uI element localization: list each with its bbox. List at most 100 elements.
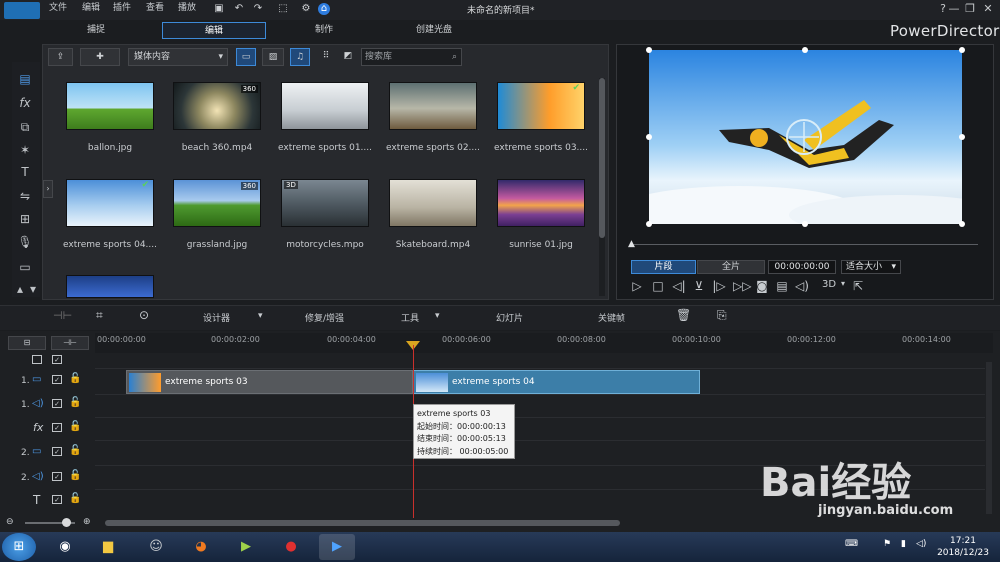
- thumb-extreme-01[interactable]: [281, 82, 369, 130]
- timeline-vertical-scrollbar[interactable]: [986, 362, 992, 514]
- minimize-button[interactable]: —: [946, 2, 962, 15]
- crop-icon[interactable]: ⌗: [96, 308, 103, 323]
- preview-seek-bar[interactable]: [633, 244, 978, 245]
- settings-icon[interactable]: ⚙: [300, 3, 312, 15]
- tab-capture[interactable]: 捕捉: [56, 22, 136, 39]
- lock-icon[interactable]: 🔓: [69, 493, 81, 504]
- resize-handle[interactable]: [646, 134, 652, 140]
- thumb-partial[interactable]: [66, 275, 154, 298]
- aspect-ratio-icon[interactable]: ⬚: [273, 3, 293, 15]
- taskbar-app-360-icon[interactable]: ◉: [47, 534, 83, 560]
- fx-room-icon[interactable]: fx: [14, 94, 36, 112]
- thumb-extreme-02[interactable]: [389, 82, 477, 130]
- volume-icon[interactable]: ◁): [795, 279, 809, 293]
- tray-security-icon[interactable]: ⚑: [883, 539, 891, 549]
- restore-button[interactable]: ❐: [962, 2, 978, 15]
- media-filter-dropdown[interactable]: 媒体内容 ▾: [128, 48, 228, 66]
- filter-audio-icon[interactable]: ♫: [290, 48, 310, 66]
- timeline-mode-icon[interactable]: ⊣⊢: [53, 309, 72, 322]
- audio-mixing-icon[interactable]: ⊞: [14, 210, 36, 228]
- taskbar-recorder-icon[interactable]: ●: [273, 534, 309, 560]
- undo-icon[interactable]: ↶: [233, 3, 245, 15]
- all-tracks-checkbox[interactable]: ✓: [52, 355, 62, 364]
- tab-edit[interactable]: 编辑: [162, 22, 266, 39]
- lock-icon[interactable]: 🔓: [69, 397, 81, 408]
- track-enable-checkbox[interactable]: ✓: [52, 472, 62, 481]
- subtitle-icon[interactable]: ▤: [775, 279, 789, 293]
- thumb-extreme-04[interactable]: ✔: [66, 179, 154, 227]
- resize-handle[interactable]: [802, 221, 808, 227]
- expand-panel-icon[interactable]: ›: [43, 180, 53, 198]
- delete-icon[interactable]: 🗑: [676, 308, 691, 322]
- pip-room-icon[interactable]: ⧉: [14, 118, 36, 136]
- redo-icon[interactable]: ↷: [252, 3, 264, 15]
- transition-room-icon[interactable]: ⇋: [14, 187, 36, 205]
- voice-over-icon[interactable]: 🎙: [14, 233, 36, 251]
- stop-icon[interactable]: □: [651, 279, 665, 293]
- track-enable-checkbox[interactable]: ✓: [52, 447, 62, 456]
- chevron-down-icon[interactable]: ▾: [435, 311, 440, 321]
- media-room-icon[interactable]: ▤: [14, 70, 36, 88]
- thumb-motorcycles[interactable]: 3D: [281, 179, 369, 227]
- scroll-up-icon[interactable]: ▴: [14, 280, 26, 298]
- track-enable-checkbox[interactable]: ✓: [52, 495, 62, 504]
- tray-network-icon[interactable]: ▮: [901, 539, 906, 549]
- tools-button[interactable]: 工具: [401, 311, 419, 324]
- menu-view[interactable]: 查看: [146, 0, 164, 13]
- undock-icon[interactable]: ⇱: [851, 279, 865, 293]
- thumb-extreme-03[interactable]: ✔: [497, 82, 585, 130]
- scroll-thumb[interactable]: [599, 78, 605, 238]
- snapshot-icon[interactable]: ◙: [755, 279, 769, 293]
- tab-produce[interactable]: 制作: [286, 22, 362, 39]
- subtitle-room-icon[interactable]: ▭: [14, 258, 36, 276]
- thumb-sunrise[interactable]: [497, 179, 585, 227]
- taskbar-firefox-icon[interactable]: ◕: [183, 534, 219, 560]
- track-enable-checkbox[interactable]: ✓: [52, 375, 62, 384]
- track-enable-checkbox[interactable]: ✓: [52, 399, 62, 408]
- title-room-icon[interactable]: T: [14, 163, 36, 181]
- thumbnail-size-icon[interactable]: ◩: [340, 48, 356, 66]
- thumb-ballon[interactable]: [66, 82, 154, 130]
- menu-edit[interactable]: 编辑: [82, 0, 100, 13]
- previous-frame-icon[interactable]: ◁|: [672, 279, 686, 293]
- split-icon[interactable]: ⊻: [692, 279, 706, 293]
- track-manager-icon[interactable]: ⊣⊢: [51, 336, 89, 350]
- tray-keyboard-icon[interactable]: ⌨: [845, 539, 858, 549]
- track-enable-checkbox[interactable]: ✓: [52, 423, 62, 432]
- play-icon[interactable]: ▷: [630, 279, 644, 293]
- designer-button[interactable]: 设计器: [203, 311, 230, 324]
- next-frame-icon[interactable]: |▷: [712, 279, 726, 293]
- fit-timeline-icon[interactable]: ⊟: [8, 336, 46, 350]
- thumb-skateboard[interactable]: [389, 179, 477, 227]
- slideshow-button[interactable]: 幻灯片: [496, 311, 523, 324]
- zoom-out-icon[interactable]: ⊖: [6, 517, 14, 527]
- resize-handle[interactable]: [959, 47, 965, 53]
- export-icon[interactable]: ⎘: [717, 308, 727, 323]
- tray-volume-icon[interactable]: ◁): [916, 539, 926, 549]
- library-scrollbar[interactable]: [599, 78, 605, 296]
- resize-handle[interactable]: [959, 221, 965, 227]
- lock-icon[interactable]: 🔓: [69, 421, 81, 432]
- filter-video-icon[interactable]: ▭: [236, 48, 256, 66]
- clip-mode-button[interactable]: 片段: [631, 260, 696, 274]
- zoom-slider-thumb[interactable]: [62, 518, 71, 527]
- thumb-beach-360[interactable]: 360: [173, 82, 261, 130]
- menu-play[interactable]: 播放: [178, 0, 196, 13]
- timeline-clip[interactable]: extreme sports 03: [126, 370, 413, 394]
- lock-icon[interactable]: 🔓: [69, 373, 81, 384]
- timeline-clip[interactable]: extreme sports 04: [413, 370, 700, 394]
- menu-plugins[interactable]: 插件: [113, 0, 131, 13]
- taskbar-camtasia-icon[interactable]: ▶: [228, 534, 264, 560]
- lock-icon[interactable]: 🔓: [69, 470, 81, 481]
- system-clock[interactable]: 17:21 2018/12/23: [930, 535, 996, 559]
- scroll-down-icon[interactable]: ▾: [27, 280, 39, 298]
- movie-mode-button[interactable]: 全片: [697, 260, 765, 274]
- library-search-input[interactable]: 搜索库 ⌕: [361, 48, 462, 66]
- filter-image-icon[interactable]: ▨: [262, 48, 284, 66]
- thumb-grassland[interactable]: 360: [173, 179, 261, 227]
- menu-file[interactable]: 文件: [49, 0, 67, 13]
- resize-handle[interactable]: [802, 47, 808, 53]
- lock-icon[interactable]: 🔓: [69, 445, 81, 456]
- track-select-icon[interactable]: [32, 355, 42, 364]
- seek-position-icon[interactable]: ▲: [628, 239, 635, 249]
